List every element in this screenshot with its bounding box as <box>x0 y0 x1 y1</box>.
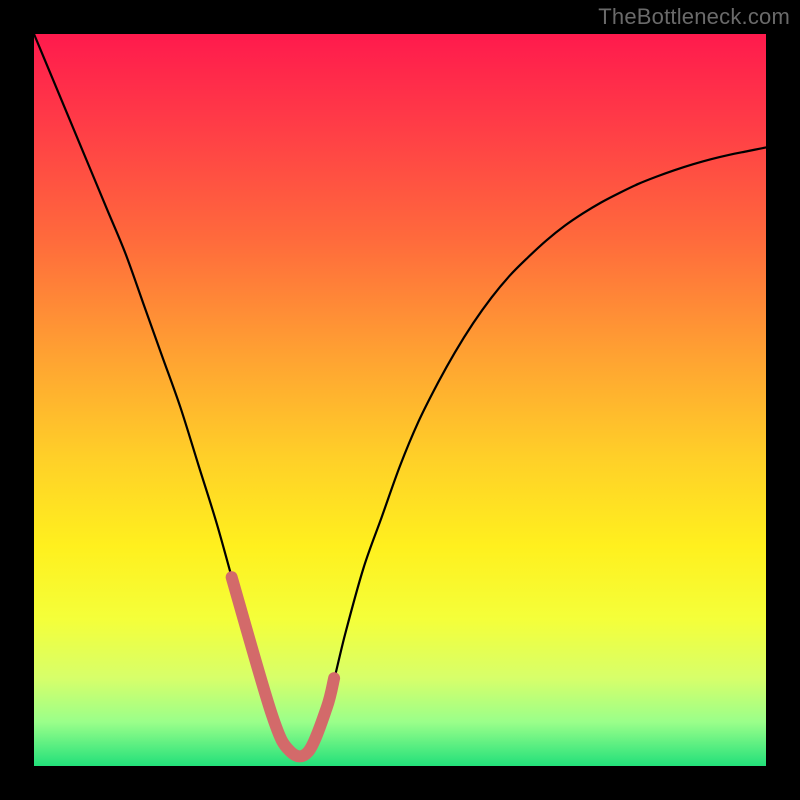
bottleneck-chart <box>0 0 800 800</box>
watermark-text: TheBottleneck.com <box>598 4 790 30</box>
chart-frame: TheBottleneck.com <box>0 0 800 800</box>
plot-background <box>34 34 766 766</box>
